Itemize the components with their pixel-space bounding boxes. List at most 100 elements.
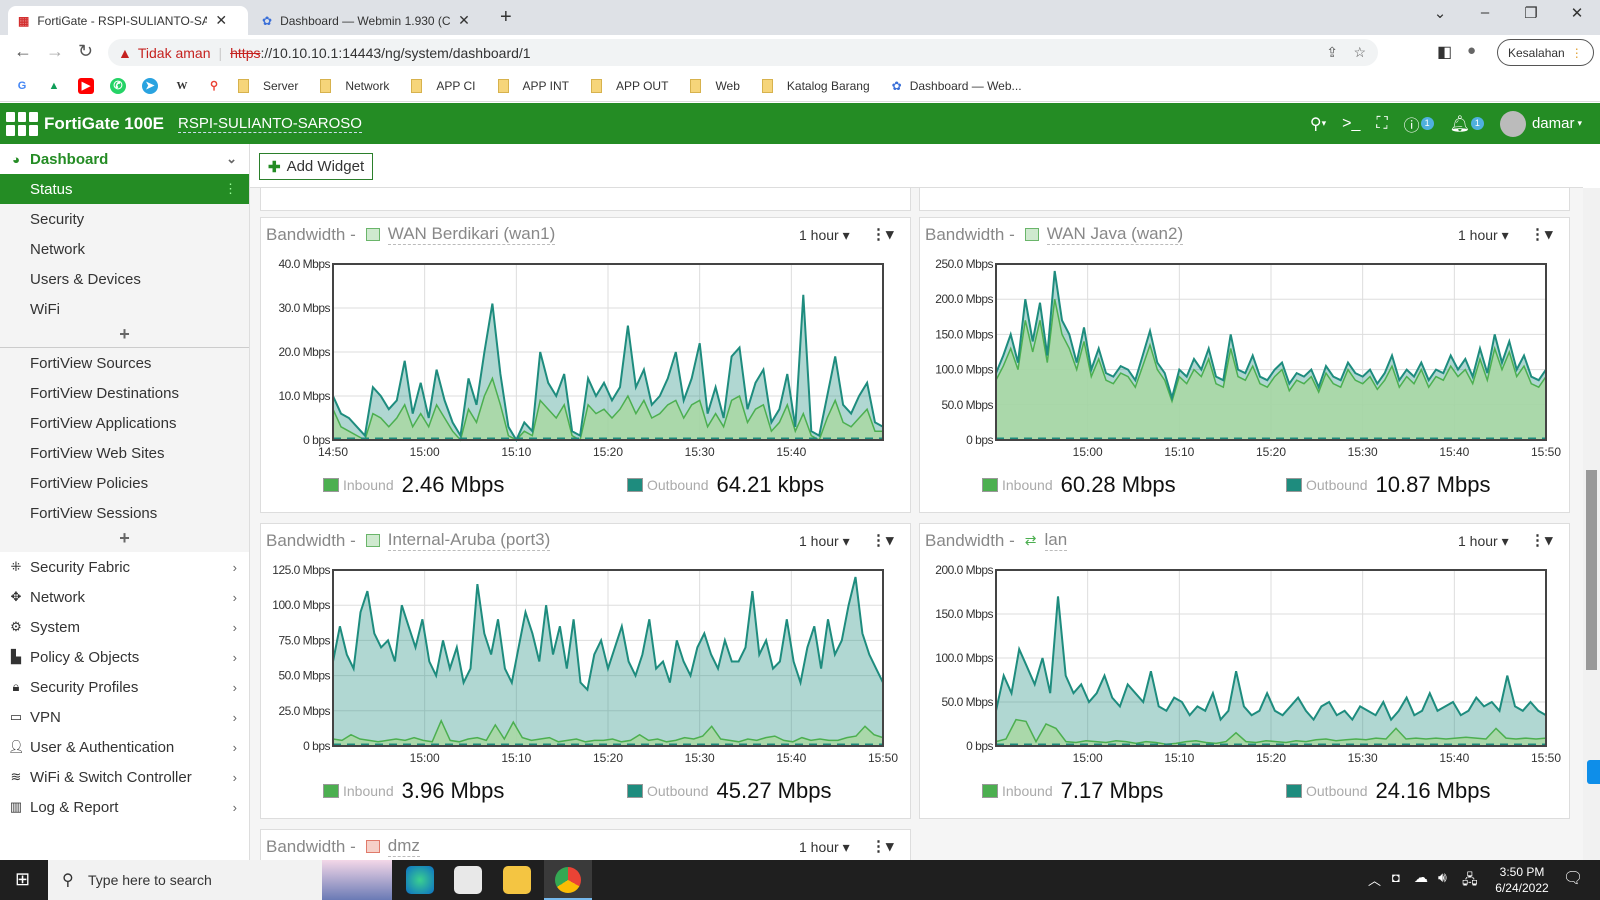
- user-menu[interactable]: damar ▾: [1499, 110, 1582, 137]
- period-dropdown[interactable]: 1 hour ▾: [799, 227, 850, 244]
- widget-menu-icon[interactable]: ⋮▾: [871, 531, 894, 549]
- onedrive-icon[interactable]: ☁: [1414, 869, 1428, 886]
- close-tab-icon[interactable]: ✕: [458, 12, 470, 29]
- x-tick-label: 15:00: [410, 445, 440, 459]
- tab-fortigate[interactable]: ▦ FortiGate - RSPI-SULIANTO-SAROSO ✕: [8, 6, 248, 35]
- sidebar-item-status[interactable]: Status ⋮: [0, 174, 249, 204]
- sidebar-item-policy-objects[interactable]: ▙ Policy & Objects ›: [0, 642, 249, 672]
- sidebar-item-security[interactable]: Security: [0, 204, 249, 234]
- bookmark-webmin-dashboard[interactable]: ✿ Dashboard — Web...: [892, 79, 1022, 93]
- windows-start-icon[interactable]: ⊞: [15, 869, 30, 890]
- network-tray-icon[interactable]: 🖧: [1462, 869, 1478, 893]
- sidebar-item-wifi[interactable]: WiFi: [0, 294, 249, 324]
- sidebar-item-wifi-switch[interactable]: ≋ WiFi & Switch Controller ›: [0, 762, 249, 792]
- add-widget-button[interactable]: ✚ Add Widget: [259, 153, 374, 180]
- clock[interactable]: 3:50 PM 6/24/2022: [1490, 864, 1554, 896]
- add-dashboard-icon[interactable]: +: [0, 324, 249, 348]
- youtube-icon[interactable]: ▶: [78, 77, 94, 94]
- tray-overflow-icon[interactable]: ︿: [1368, 870, 1381, 889]
- bookmark-app-out[interactable]: APP OUT: [590, 78, 668, 93]
- notifications-button[interactable]: 🔔︎ 1: [1450, 114, 1484, 134]
- interface-name[interactable]: WAN Java (wan2): [1046, 224, 1184, 245]
- search-icon[interactable]: ⚲ ▾: [1310, 114, 1326, 134]
- store-icon[interactable]: [454, 866, 482, 894]
- sidebar-item-user-authentication[interactable]: 👤︎ User & Authentication ›: [0, 732, 249, 762]
- interface-name[interactable]: dmz: [387, 836, 420, 857]
- notification-center-icon[interactable]: 🗨︎: [1563, 868, 1583, 888]
- bookmark-katalog-barang[interactable]: Katalog Barang: [761, 78, 870, 93]
- profile-error-button[interactable]: Kesalahan ⋮: [1497, 39, 1594, 66]
- share-icon[interactable]: ⇪: [1326, 44, 1338, 61]
- widget-menu-icon[interactable]: ⋮▾: [871, 837, 894, 855]
- taskbar-search[interactable]: ⚲ Type here to search: [48, 860, 392, 900]
- minimize-icon[interactable]: –: [1465, 4, 1505, 21]
- telegram-icon[interactable]: ➤: [142, 77, 158, 94]
- security-label[interactable]: Tidak aman: [138, 45, 211, 61]
- close-tab-icon[interactable]: ✕: [215, 12, 227, 29]
- sidebar-item-fortiview-policies[interactable]: FortiView Policies: [0, 468, 249, 498]
- whatsapp-icon[interactable]: ✆: [110, 77, 126, 94]
- sidebar-item-log-report[interactable]: ▥ Log & Report ›: [0, 792, 249, 822]
- wikipedia-icon[interactable]: W: [174, 78, 190, 94]
- sidebar-item-network[interactable]: ✥ Network ›: [0, 582, 249, 612]
- period-dropdown[interactable]: 1 hour ▾: [799, 533, 850, 550]
- sidebar-item-fortiview-applications[interactable]: FortiView Applications: [0, 408, 249, 438]
- sidebar-item-fortiview-sessions[interactable]: FortiView Sessions: [0, 498, 249, 528]
- sidebar-item-users-devices[interactable]: Users & Devices: [0, 264, 249, 294]
- help-button[interactable]: ⓘ 1: [1404, 112, 1434, 136]
- teamviewer-icon[interactable]: [1587, 760, 1600, 784]
- side-panel-icon[interactable]: ◧: [1437, 42, 1452, 62]
- widget-menu-icon[interactable]: ⋮▾: [1530, 531, 1553, 549]
- hostname[interactable]: RSPI-SULIANTO-SAROSO: [178, 115, 362, 133]
- bookmark-web[interactable]: Web: [690, 78, 740, 93]
- sidebar-item-fortiview-destinations[interactable]: FortiView Destinations: [0, 378, 249, 408]
- folder-icon: [761, 78, 773, 93]
- chrome-taskbar-button[interactable]: [544, 860, 592, 900]
- interface-name[interactable]: lan: [1044, 530, 1068, 551]
- bookmark-network[interactable]: Network: [320, 78, 389, 93]
- back-icon[interactable]: ←: [14, 41, 32, 62]
- sidebar-item-network-dashboard[interactable]: Network: [0, 234, 249, 264]
- sidebar-dashboard[interactable]: ◕ Dashboard ⌄: [0, 144, 249, 174]
- restore-icon[interactable]: ❐: [1511, 4, 1551, 22]
- interface-name[interactable]: Internal-Aruba (port3): [387, 530, 551, 551]
- add-fortiview-icon[interactable]: +: [0, 528, 249, 552]
- tab-webmin[interactable]: ✿ Dashboard — Webmin 1.930 (CentOS) ✕: [252, 6, 490, 35]
- period-dropdown[interactable]: 1 hour ▾: [1458, 533, 1509, 550]
- sidebar-item-security-profiles[interactable]: 🔒︎ Security Profiles ›: [0, 672, 249, 702]
- bookmark-app-ci[interactable]: APP CI: [411, 78, 476, 93]
- widget-menu-icon[interactable]: ⋮▾: [1530, 225, 1553, 243]
- drive-icon[interactable]: ▲: [46, 78, 62, 94]
- sidebar-item-fortiview-web-sites[interactable]: FortiView Web Sites: [0, 438, 249, 468]
- cli-console-icon[interactable]: >_: [1342, 115, 1360, 133]
- widget-title-prefix: Bandwidth -: [266, 530, 356, 550]
- scrollbar-thumb[interactable]: [1586, 470, 1597, 670]
- period-dropdown[interactable]: 1 hour ▾: [1458, 227, 1509, 244]
- sidebar-item-vpn[interactable]: ▭ VPN ›: [0, 702, 249, 732]
- x-tick-label: 15:30: [1348, 751, 1378, 765]
- sidebar-item-system[interactable]: ⚙ System ›: [0, 612, 249, 642]
- interface-name[interactable]: WAN Berdikari (wan1): [387, 224, 556, 245]
- widget-menu-icon[interactable]: ⋮▾: [871, 225, 894, 243]
- new-tab-icon[interactable]: +: [500, 6, 512, 29]
- maps-icon[interactable]: ⚲: [206, 78, 222, 94]
- fullscreen-icon[interactable]: ⛶: [1376, 115, 1387, 133]
- bookmark-app-int[interactable]: APP INT: [497, 78, 569, 93]
- forward-icon[interactable]: →: [46, 41, 64, 62]
- address-bar[interactable]: ▲ Tidak aman | https ://10.10.10.1:14443…: [108, 39, 1378, 66]
- google-icon[interactable]: G: [14, 78, 30, 94]
- sidebar-item-security-fabric[interactable]: ⁜ Security Fabric ›: [0, 552, 249, 582]
- file-explorer-icon[interactable]: [503, 866, 531, 894]
- tab-search-icon[interactable]: ⌄: [1420, 4, 1460, 22]
- bookmark-star-icon[interactable]: ☆: [1353, 44, 1366, 61]
- kebab-icon[interactable]: ⋮: [224, 181, 237, 197]
- sidebar-item-fortiview-sources[interactable]: FortiView Sources: [0, 348, 249, 378]
- edge-icon[interactable]: [406, 866, 434, 894]
- camera-icon[interactable]: ◘: [1392, 870, 1400, 885]
- bookmark-server[interactable]: Server: [238, 78, 298, 93]
- period-dropdown[interactable]: 1 hour ▾: [799, 839, 850, 856]
- reload-icon[interactable]: ↻: [78, 41, 93, 62]
- profile-avatar-icon[interactable]: ●: [1467, 42, 1476, 59]
- close-window-icon[interactable]: ✕: [1557, 4, 1597, 22]
- volume-icon[interactable]: 🔊︎: [1438, 869, 1447, 886]
